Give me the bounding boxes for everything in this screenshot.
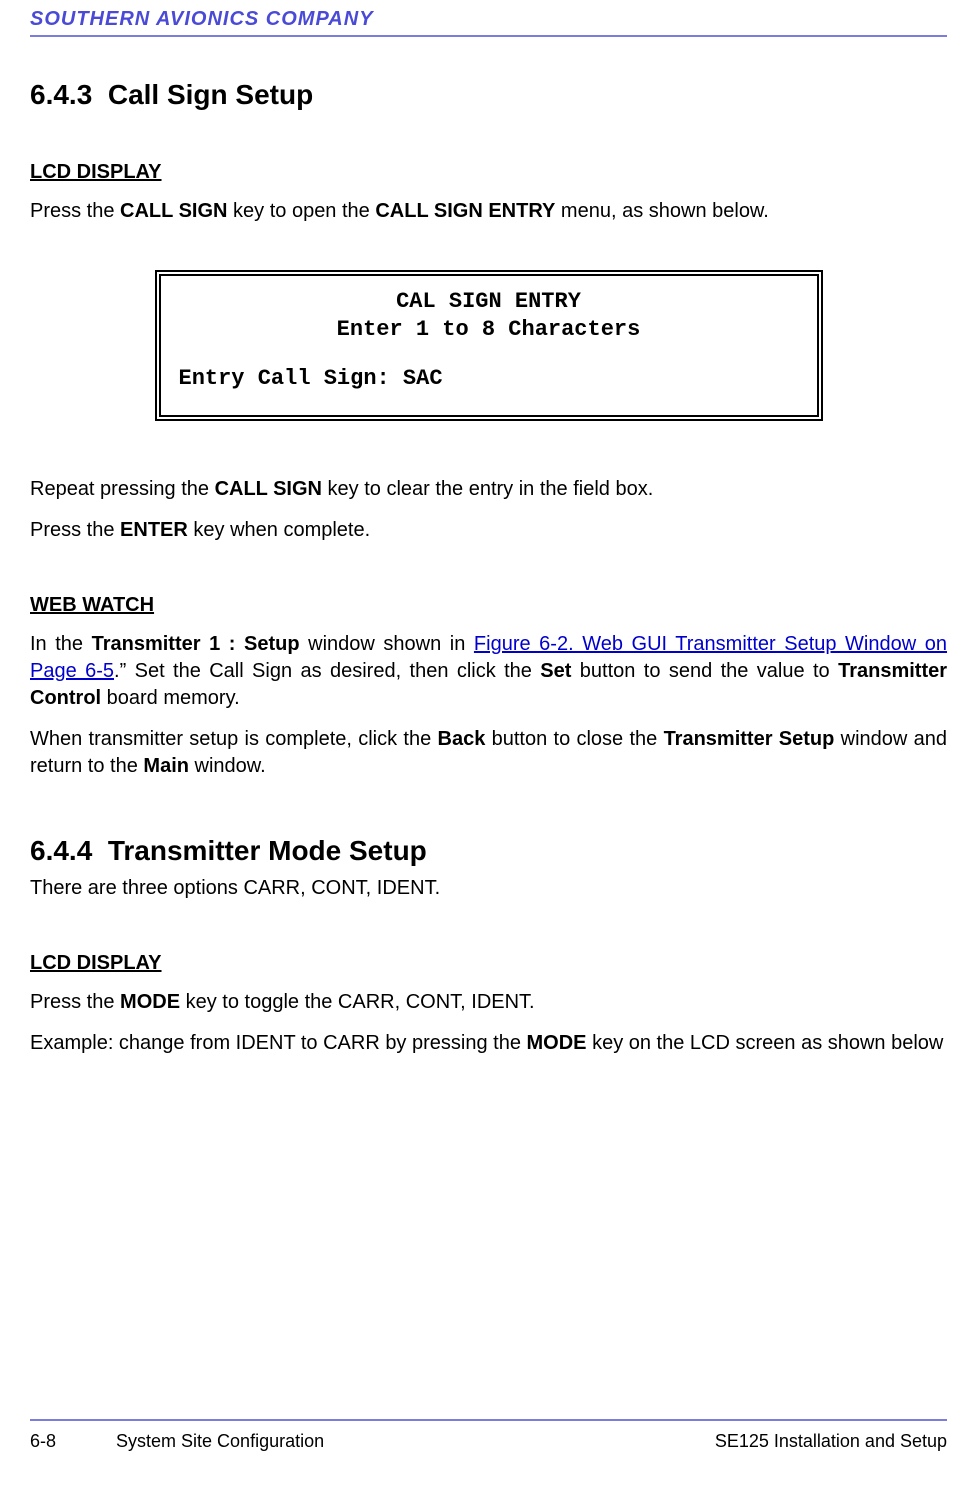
- lcd-line-3: Entry Call Sign: SAC: [179, 365, 799, 393]
- bold-set: Set: [540, 660, 571, 682]
- text: window.: [189, 755, 266, 777]
- lcd-line-2: Enter 1 to 8 Characters: [179, 316, 799, 344]
- text: Example: change from IDENT to CARR by pr…: [30, 1032, 527, 1054]
- para-web-back: When transmitter setup is complete, clic…: [30, 726, 947, 780]
- text: key to clear the entry in the field box.: [322, 478, 653, 500]
- bold-transmitter-setup: Transmitter Setup: [664, 728, 835, 750]
- text: In the: [30, 633, 92, 655]
- bold-main: Main: [143, 755, 189, 777]
- para-three-options: There are three options CARR, CONT, IDEN…: [30, 875, 947, 902]
- bold-transmitter-setup: Transmitter 1 : Setup: [92, 633, 300, 655]
- web-watch-heading: WEB WATCH: [30, 594, 947, 617]
- text: menu, as shown below.: [555, 200, 768, 222]
- bold-enter: ENTER: [120, 519, 188, 541]
- text: key to toggle the CARR, CONT, IDENT.: [180, 991, 535, 1013]
- footer-row: 6-8 System Site Configuration SE125 Inst…: [30, 1431, 947, 1452]
- page-number: 6-8: [30, 1431, 56, 1452]
- para-repeat-press: Repeat pressing the CALL SIGN key to cle…: [30, 476, 947, 503]
- header-rule: [30, 35, 947, 37]
- text: Press the: [30, 200, 120, 222]
- footer-left: 6-8 System Site Configuration: [30, 1431, 324, 1452]
- para-press-mode: Press the MODE key to toggle the CARR, C…: [30, 989, 947, 1016]
- lcd-display-heading-1: LCD DISPLAY: [30, 161, 947, 184]
- para-press-call-sign: Press the CALL SIGN key to open the CALL…: [30, 198, 947, 225]
- text: Press the: [30, 519, 120, 541]
- text: Repeat pressing the: [30, 478, 215, 500]
- lcd-display-heading-2: LCD DISPLAY: [30, 952, 947, 975]
- text: key on the LCD screen as shown below: [587, 1032, 944, 1054]
- lcd-display-box: CAL SIGN ENTRY Enter 1 to 8 Characters E…: [155, 270, 823, 421]
- bold-call-sign-entry: CALL SIGN ENTRY: [375, 200, 555, 222]
- bold-call-sign: CALL SIGN: [120, 200, 227, 222]
- text: Press the: [30, 991, 120, 1013]
- para-web-transmitter: In the Transmitter 1 : Setup window show…: [30, 631, 947, 712]
- section-heading-643: 6.4.3 Call Sign Setup: [30, 79, 947, 111]
- company-header: SOUTHERN AVIONICS COMPANY: [30, 0, 947, 31]
- section-heading-644: 6.4.4 Transmitter Mode Setup: [30, 835, 947, 867]
- footer-doc-title: SE125 Installation and Setup: [715, 1431, 947, 1452]
- text: button to close the: [485, 728, 663, 750]
- text: key to open the: [227, 200, 375, 222]
- text: .” Set the Call Sign as desired, then cl…: [114, 660, 540, 682]
- text: board memory.: [101, 687, 240, 709]
- text: When transmitter setup is complete, clic…: [30, 728, 438, 750]
- page-footer: 6-8 System Site Configuration SE125 Inst…: [30, 1419, 947, 1452]
- section-title: Call Sign Setup: [108, 79, 313, 110]
- page: SOUTHERN AVIONICS COMPANY 6.4.3 Call Sig…: [0, 0, 977, 1492]
- section-number: 6.4.3: [30, 79, 92, 110]
- section-number: 6.4.4: [30, 835, 92, 866]
- bold-mode: MODE: [120, 991, 180, 1013]
- section-title: Transmitter Mode Setup: [108, 835, 427, 866]
- bold-call-sign: CALL SIGN: [215, 478, 322, 500]
- text: button to send the value to: [571, 660, 838, 682]
- para-example-mode: Example: change from IDENT to CARR by pr…: [30, 1030, 947, 1057]
- footer-rule: [30, 1419, 947, 1421]
- footer-section-title: System Site Configuration: [116, 1431, 324, 1452]
- lcd-line-1: CAL SIGN ENTRY: [179, 288, 799, 316]
- bold-mode: MODE: [527, 1032, 587, 1054]
- para-press-enter: Press the ENTER key when complete.: [30, 517, 947, 544]
- text: window shown in: [300, 633, 474, 655]
- text: key when complete.: [188, 519, 370, 541]
- bold-back: Back: [438, 728, 486, 750]
